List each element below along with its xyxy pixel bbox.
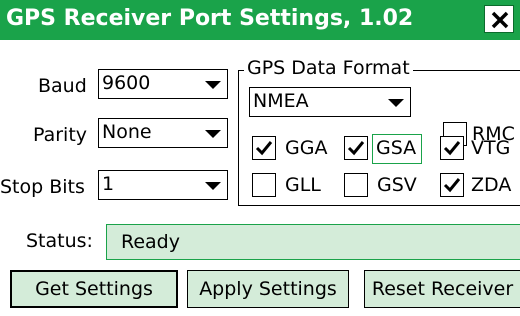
checkmark-icon [443,178,461,193]
parity-select[interactable]: None [98,118,228,148]
stopbits-label: Stop Bits [0,176,85,198]
chevron-down-icon [388,99,404,107]
window-title: GPS Receiver Port Settings, 1.02 [6,6,414,31]
zda-checkbox[interactable] [440,173,464,197]
status-value: Ready [121,231,180,253]
parity-label: Parity [33,124,88,146]
close-icon [491,11,509,29]
chevron-down-icon [205,81,221,89]
gga-checkbox[interactable] [252,136,276,160]
reset-receiver-button[interactable]: Reset Receiver [364,270,520,308]
protocol-value: NMEA [253,90,309,112]
checkmark-icon [347,141,365,156]
close-button[interactable] [484,5,514,33]
parity-value: None [102,121,152,143]
gll-checkbox[interactable] [252,173,276,197]
baud-select[interactable]: 9600 [98,69,228,99]
vtg-label: VTG [471,137,511,159]
checkmark-icon [443,141,461,156]
gsa-label: GSA [376,137,417,159]
gsv-label: GSV [377,174,417,196]
protocol-select[interactable]: NMEA [249,87,411,117]
gll-label: GLL [285,174,321,196]
gga-label: GGA [285,137,328,159]
apply-settings-button[interactable]: Apply Settings [187,270,349,308]
group-title: GPS Data Format [244,57,413,79]
chevron-down-icon [205,130,221,138]
vtg-checkbox[interactable] [440,136,464,160]
stopbits-select[interactable]: 1 [98,170,228,200]
stopbits-value: 1 [102,173,115,195]
status-label: Status: [26,230,93,252]
baud-value: 9600 [102,72,151,94]
title-bar: GPS Receiver Port Settings, 1.02 [0,0,520,40]
status-field: Ready [106,224,520,260]
gsv-checkbox[interactable] [344,173,368,197]
get-settings-button[interactable]: Get Settings [10,270,178,308]
chevron-down-icon [205,182,221,190]
baud-label: Baud [38,75,87,97]
zda-label: ZDA [471,174,512,196]
checkmark-icon [255,141,273,156]
gsa-checkbox[interactable] [344,136,368,160]
